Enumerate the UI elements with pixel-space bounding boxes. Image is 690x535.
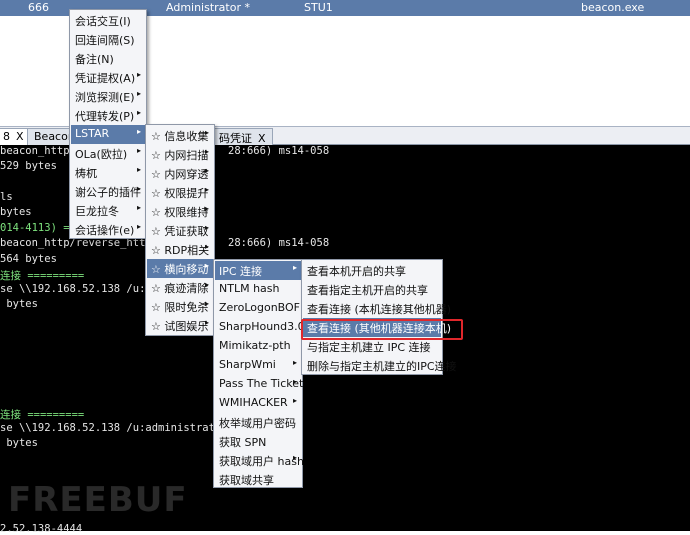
chevron-right-icon: ▸ bbox=[136, 89, 141, 98]
menu-item-ntlm-hash[interactable]: NTLM hash bbox=[215, 280, 301, 299]
menu-item-wmihacker[interactable]: WMIHACKER ▸ bbox=[215, 394, 301, 413]
console-fragment: 28:666) ms14-058 bbox=[228, 145, 330, 157]
menu-item-domain-shares[interactable]: 获取域共享 bbox=[215, 470, 301, 489]
menu-item-taowu[interactable]: 梼杌 ▸ bbox=[71, 163, 145, 182]
menu-item-delete-ipc[interactable]: 删除与指定主机建立的IPC连接 bbox=[303, 356, 457, 375]
console-line: se \\192.168.52.138 /u:administrator he bbox=[0, 422, 247, 434]
session-pid: 666 bbox=[28, 1, 49, 14]
menu-item-view-remote-shares[interactable]: 查看指定主机开启的共享 bbox=[303, 280, 441, 299]
menu-item-xie-plugin[interactable]: 谢公子的插件 ▸ bbox=[71, 182, 145, 201]
menu-item-rdp[interactable]: ☆ RDP相关 ▸ bbox=[147, 240, 213, 259]
chevron-right-icon: ▸ bbox=[204, 128, 209, 137]
menu-item-enum-domain-passwords[interactable]: 枚举域用户密码 bbox=[215, 413, 301, 432]
session-computer: STU1 bbox=[304, 1, 333, 14]
chevron-right-icon: ▸ bbox=[292, 396, 297, 405]
tab-credentials[interactable]: 码凭证 X bbox=[212, 128, 273, 145]
menu-item-explore[interactable]: 浏览探测(E) ▸ bbox=[71, 87, 145, 106]
console-line: se \\192.168.52.138 /u:adm bbox=[0, 283, 165, 295]
menu-item-pivoting[interactable]: 代理转发(P) ▸ bbox=[71, 106, 145, 125]
menu-item-mimikatz-pth[interactable]: Mimikatz-pth bbox=[215, 337, 301, 356]
chevron-right-icon: ▸ bbox=[292, 358, 297, 367]
console-line: 连接 ========= bbox=[0, 409, 85, 421]
lstar-submenu: ☆ 信息收集 ▸ ☆ 内网扫描 ▸ ☆ 内网穿透 ▸ ☆ 权限提升 ▸ ☆ 权限维持 ▸ … bbox=[145, 124, 215, 336]
menu-item-intranet-scan[interactable]: ☆ 内网扫描 ▸ bbox=[147, 145, 213, 164]
tab-console[interactable]: 8X bbox=[0, 128, 31, 145]
console-line: 2.52.138-4444 bbox=[0, 523, 83, 535]
session-process: beacon.exe bbox=[581, 1, 645, 14]
close-icon[interactable]: X bbox=[16, 130, 24, 143]
menu-item-persistence[interactable]: ☆ 权限维持 ▸ bbox=[147, 202, 213, 221]
menu-item-zerologon[interactable]: ZeroLogonBOF bbox=[215, 299, 301, 318]
session-context-menu: 会话交互(I) 回连间隔(S) 备注(N) 凭证提权(A) ▸ 浏览探测(E) ▸ … bbox=[69, 9, 147, 239]
chevron-right-icon: ▸ bbox=[136, 203, 141, 212]
chevron-right-icon: ▸ bbox=[136, 108, 141, 117]
menu-item-fun[interactable]: ☆ 试图娱乐 ▸ bbox=[147, 316, 213, 335]
tab-label: 码凭证 bbox=[219, 132, 252, 145]
chevron-right-icon: ▸ bbox=[136, 165, 141, 174]
chevron-right-icon: ▸ bbox=[136, 70, 141, 79]
freebuf-watermark: FREEBUF bbox=[8, 480, 188, 520]
chevron-right-icon: ▸ bbox=[136, 184, 141, 193]
console-fragment: 28:666) ms14-058 bbox=[228, 237, 330, 249]
chevron-right-icon: ▸ bbox=[204, 204, 209, 213]
session-user: Administrator * bbox=[166, 1, 250, 14]
menu-item-ipc-connection[interactable]: IPC 连接 ▸ bbox=[215, 261, 301, 280]
chevron-right-icon: ▸ bbox=[204, 318, 209, 327]
chevron-right-icon: ▸ bbox=[204, 299, 209, 308]
console-line: bytes bbox=[0, 437, 38, 449]
chevron-right-icon: ▸ bbox=[292, 263, 297, 272]
chevron-right-icon: ▸ bbox=[204, 242, 209, 251]
menu-item-credential-dump[interactable]: ☆ 凭证获取 ▸ bbox=[147, 221, 213, 240]
close-icon[interactable]: X bbox=[258, 132, 266, 145]
menu-item-view-outbound-connections[interactable]: 查看连接 (本机连接其他机器) bbox=[303, 299, 451, 318]
menu-item-pass-the-ticket[interactable]: Pass The Ticket ▸ bbox=[215, 375, 303, 394]
lateral-movement-submenu: IPC 连接 ▸ NTLM hash ZeroLogonBOF SharpHoun… bbox=[213, 259, 305, 489]
chevron-right-icon: ▸ bbox=[204, 147, 209, 156]
chevron-right-icon: ▸ bbox=[292, 453, 297, 462]
chevron-right-icon: ▸ bbox=[204, 261, 209, 270]
chevron-right-icon: ▸ bbox=[136, 146, 141, 155]
tab-label: 8 bbox=[3, 130, 10, 143]
menu-item-sharphound[interactable]: SharpHound3.0 bbox=[215, 318, 305, 337]
chevron-right-icon: ▸ bbox=[204, 166, 209, 175]
console-line: bytes bbox=[0, 298, 38, 310]
chevron-right-icon: ▸ bbox=[204, 280, 209, 289]
menu-item-lstar[interactable]: LSTAR ▸ bbox=[71, 125, 145, 144]
chevron-right-icon: ▸ bbox=[136, 127, 141, 136]
menu-item-info-gathering[interactable]: ☆ 信息收集 ▸ bbox=[147, 126, 213, 145]
menu-item-view-local-shares[interactable]: 查看本机开启的共享 bbox=[303, 261, 441, 280]
menu-item-sleep[interactable]: 回连间隔(S) bbox=[71, 30, 145, 49]
console-line: 连接 ========= bbox=[0, 270, 85, 282]
chevron-right-icon: ▸ bbox=[292, 377, 297, 386]
menu-item-privilege-escalation[interactable]: ☆ 权限提升 ▸ bbox=[147, 183, 213, 202]
console-line: 564 bytes bbox=[0, 253, 57, 265]
menu-item-trace-cleanup[interactable]: ☆ 痕迹清除 ▸ bbox=[147, 278, 213, 297]
menu-item-privesc[interactable]: 凭证提权(A) ▸ bbox=[71, 68, 145, 87]
menu-item-ladon[interactable]: 巨龙拉冬 ▸ bbox=[71, 201, 145, 220]
ipc-submenu: 查看本机开启的共享 查看指定主机开启的共享 查看连接 (本机连接其他机器) 查看… bbox=[301, 259, 457, 375]
chevron-right-icon: ▸ bbox=[136, 222, 141, 231]
menu-item-sharpwmi[interactable]: SharpWmi ▸ bbox=[215, 356, 301, 375]
console-line: ls bbox=[0, 191, 13, 203]
highlight-annotation-box bbox=[301, 319, 463, 340]
menu-item-domain-user-hash[interactable]: 获取域用户 hash ▸ bbox=[215, 451, 304, 470]
menu-item-session-ops[interactable]: 会话操作(e) ▸ bbox=[71, 220, 145, 239]
console-line: bytes bbox=[0, 206, 32, 218]
chevron-right-icon: ▸ bbox=[204, 223, 209, 232]
menu-item-get-spn[interactable]: 获取 SPN bbox=[215, 432, 301, 451]
menu-item-intranet-tunnel[interactable]: ☆ 内网穿透 ▸ bbox=[147, 164, 213, 183]
menu-item-lateral-movement[interactable]: ☆ 横向移动 ▸ bbox=[147, 259, 213, 278]
chevron-right-icon: ▸ bbox=[204, 185, 209, 194]
menu-item-note[interactable]: 备注(N) bbox=[71, 49, 145, 68]
menu-item-ola[interactable]: OLa(欧拉) ▸ bbox=[71, 144, 145, 163]
menu-item-av-evasion[interactable]: ☆ 限时免杀 ▸ bbox=[147, 297, 213, 316]
menu-item-interact[interactable]: 会话交互(I) bbox=[71, 11, 145, 30]
console-line: 529 bytes bbox=[0, 160, 57, 172]
